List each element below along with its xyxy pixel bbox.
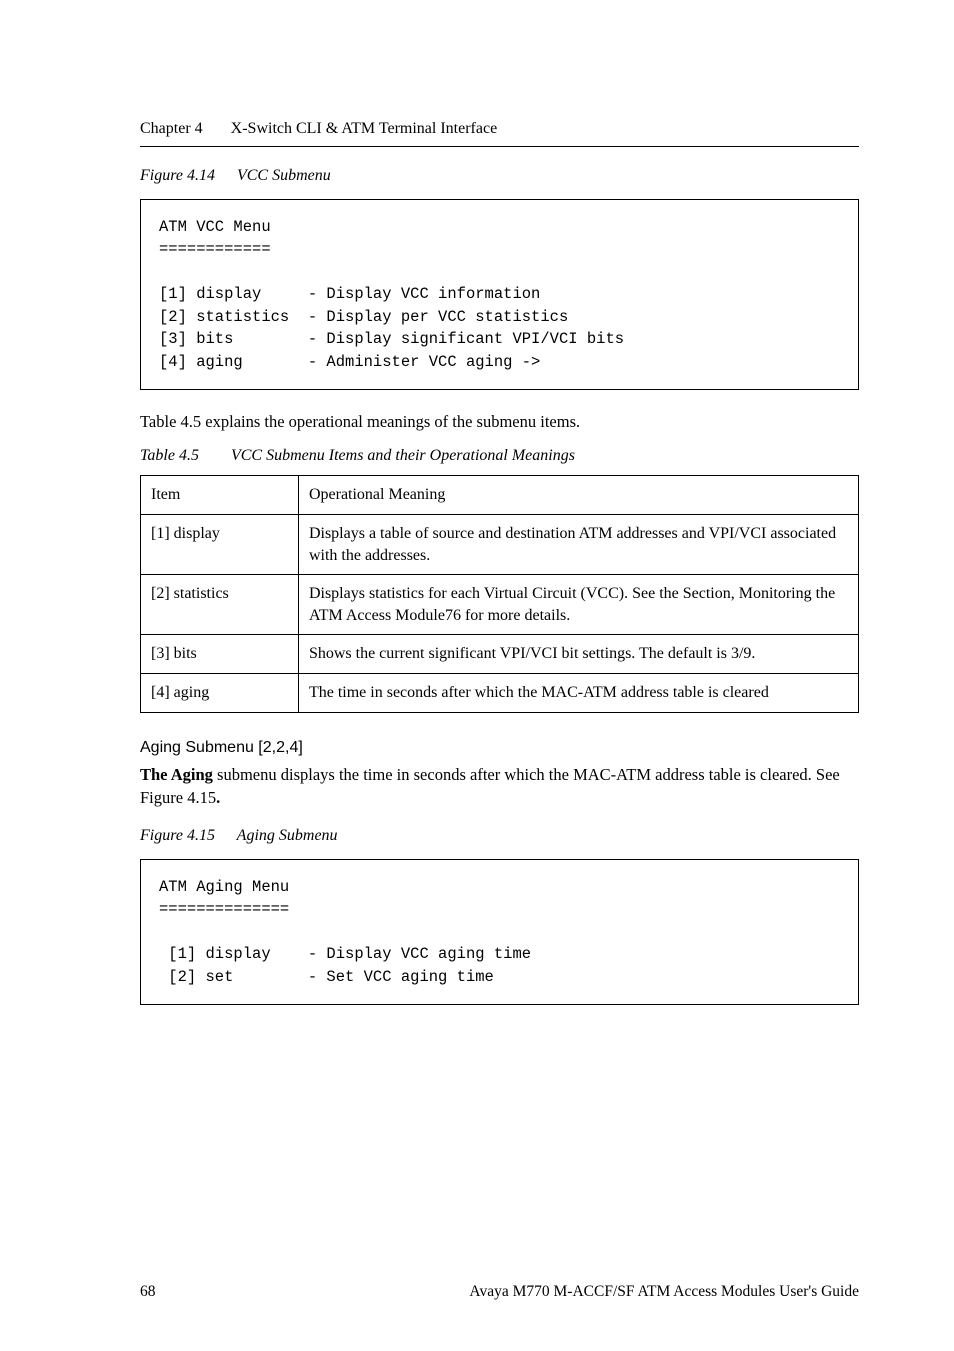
table-row: [3] bits Shows the current significant V… [141,635,859,674]
table-number: Table 4.5 [140,447,199,464]
cell-meaning: The time in seconds after which the MAC-… [298,673,858,712]
aging-paragraph-body: submenu displays the time in seconds aft… [140,765,840,807]
vcc-submenu-table: Item Operational Meaning [1] display Dis… [140,475,859,712]
aging-trailing-period: . [216,788,220,807]
cell-item: [1] display [141,514,299,574]
table-title: VCC Submenu Items and their Operational … [231,447,575,464]
aging-submenu-codebox: ATM Aging Menu ============== [1] displa… [140,859,859,1005]
col-header-meaning: Operational Meaning [298,476,858,515]
col-header-item: Item [141,476,299,515]
header-rule [140,146,859,147]
table-row: [4] aging The time in seconds after whic… [141,673,859,712]
doc-title-footer: Avaya M770 M-ACCF/SF ATM Access Modules … [469,1283,859,1301]
figure-title: VCC Submenu [237,167,331,184]
figure-4-15-caption: Figure 4.15 Aging Submenu [140,827,859,845]
cell-meaning: Shows the current significant VPI/VCI bi… [298,635,858,674]
figure-number: Figure 4.14 [140,167,215,184]
aging-bold-lead: The Aging [140,765,213,784]
aging-paragraph: The Aging submenu displays the time in s… [140,763,859,809]
cell-meaning: Displays statistics for each Virtual Cir… [298,575,858,635]
table-4-5-caption: Table 4.5 VCC Submenu Items and their Op… [140,447,859,465]
cell-item: [2] statistics [141,575,299,635]
vcc-submenu-codebox: ATM VCC Menu ============ [1] display - … [140,199,859,390]
page-number: 68 [140,1283,156,1301]
cell-item: [3] bits [141,635,299,674]
figure-number: Figure 4.15 [140,827,215,844]
figure-4-14-caption: Figure 4.14 VCC Submenu [140,167,859,185]
table-header-row: Item Operational Meaning [141,476,859,515]
table-row: [2] statistics Displays statistics for e… [141,575,859,635]
cell-item: [4] aging [141,673,299,712]
table-row: [1] display Displays a table of source a… [141,514,859,574]
table-intro-paragraph: Table 4.5 explains the operational meani… [140,410,859,433]
figure-title: Aging Submenu [237,827,338,844]
chapter-label: Chapter 4 [140,120,203,137]
page-footer: 68 Avaya M770 M-ACCF/SF ATM Access Modul… [140,1283,859,1301]
chapter-header: Chapter 4 X-Switch CLI & ATM Terminal In… [140,120,859,138]
cell-meaning: Displays a table of source and destinati… [298,514,858,574]
aging-submenu-heading: Aging Submenu [2,2,4] [140,739,859,757]
chapter-title: X-Switch CLI & ATM Terminal Interface [231,120,498,137]
